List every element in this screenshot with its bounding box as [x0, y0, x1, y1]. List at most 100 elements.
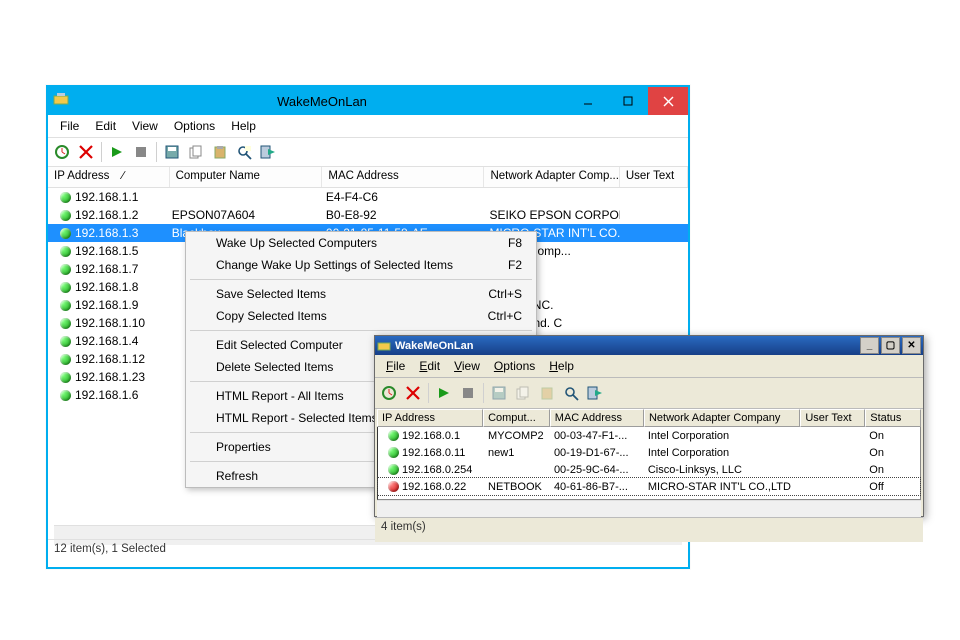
mac-cell: 00-03-47-F1-... — [550, 430, 644, 442]
col-name[interactable]: Comput... — [483, 409, 550, 427]
status-dot-icon — [60, 354, 71, 365]
menu-options[interactable]: Options — [166, 117, 223, 135]
delete-icon[interactable] — [403, 383, 423, 403]
col-st[interactable]: Status — [865, 409, 921, 427]
ip-cell: 192.168.1.23 — [75, 370, 145, 384]
list-header[interactable]: IP Address Comput... MAC Address Network… — [377, 409, 921, 427]
table-row[interactable]: 192.168.0.1MYCOMP200-03-47-F1-...Intel C… — [378, 427, 920, 444]
name-cell: MYCOMP2 — [484, 430, 550, 442]
copy-icon[interactable] — [513, 383, 533, 403]
table-row[interactable]: 192.168.1.2EPSON07A604B0-E8-92SEIKO EPSO… — [48, 206, 688, 224]
menu-view[interactable]: View — [447, 358, 487, 374]
menu-item[interactable]: Change Wake Up Settings of Selected Item… — [186, 254, 536, 276]
table-row[interactable]: 192.168.1.1E4-F4-C6 — [48, 188, 688, 206]
table-row[interactable]: 192.168.0.22NETBOOK40-61-86-B7-...MICRO-… — [378, 478, 920, 495]
ip-cell: 192.168.1.7 — [75, 262, 138, 276]
menu-item[interactable]: Wake Up Selected ComputersF8 — [186, 232, 536, 254]
titlebar[interactable]: WakeMeOnLan _ ▢ ✕ — [375, 336, 923, 355]
status-dot-icon — [60, 264, 71, 275]
menu-edit[interactable]: Edit — [87, 117, 124, 135]
status-dot-icon — [60, 318, 71, 329]
col-net[interactable]: Network Adapter Comp... — [484, 167, 619, 187]
exit-icon[interactable] — [585, 383, 605, 403]
stop-icon[interactable] — [131, 142, 151, 162]
stop-icon[interactable] — [458, 383, 478, 403]
horizontal-scrollbar[interactable] — [377, 500, 921, 517]
statusbar: 12 item(s), 1 Selected — [48, 539, 688, 567]
scan-icon[interactable] — [379, 383, 399, 403]
menu-edit[interactable]: Edit — [412, 358, 447, 374]
menu-view[interactable]: View — [124, 117, 166, 135]
paste-icon[interactable] — [210, 142, 230, 162]
status-dot-icon — [60, 246, 71, 257]
maximize-button[interactable]: ▢ — [881, 337, 900, 354]
ip-cell: 192.168.1.9 — [75, 298, 138, 312]
status-dot-icon — [60, 390, 71, 401]
sort-asc-icon: ∕ — [122, 170, 124, 182]
save-icon[interactable] — [162, 142, 182, 162]
menu-item[interactable]: Save Selected ItemsCtrl+S — [186, 283, 536, 305]
separator — [190, 330, 532, 331]
col-mac[interactable]: MAC Address — [550, 409, 644, 427]
scan-icon[interactable] — [52, 142, 72, 162]
status-dot-icon — [388, 447, 399, 458]
col-mac[interactable]: MAC Address — [322, 167, 484, 187]
delete-icon[interactable] — [76, 142, 96, 162]
paste-icon[interactable] — [537, 383, 557, 403]
copy-icon[interactable] — [186, 142, 206, 162]
ip-cell: 192.168.1.5 — [75, 244, 138, 258]
ip-cell: 192.168.0.254 — [402, 464, 472, 476]
col-net[interactable]: Network Adapter Company — [644, 409, 800, 427]
find-icon[interactable] — [234, 142, 254, 162]
menu-item-shortcut: F2 — [508, 258, 522, 272]
minimize-button[interactable]: _ — [860, 337, 879, 354]
separator — [190, 279, 532, 280]
menu-file[interactable]: File — [379, 358, 412, 374]
ip-cell: 192.168.1.3 — [75, 226, 138, 240]
ip-cell: 192.168.1.12 — [75, 352, 145, 366]
status-dot-icon — [60, 228, 71, 239]
play-icon[interactable] — [107, 142, 127, 162]
maximize-button[interactable] — [608, 87, 648, 115]
toolbar — [48, 138, 688, 167]
menu-help[interactable]: Help — [223, 117, 264, 135]
menu-file[interactable]: File — [52, 117, 87, 135]
menu-item-label: Change Wake Up Settings of Selected Item… — [216, 258, 508, 272]
net-cell: SEIKO EPSON CORPORA... — [483, 208, 619, 222]
status-cell: Off — [865, 481, 920, 493]
close-button[interactable]: ✕ — [902, 337, 921, 354]
ip-cell: 192.168.1.2 — [75, 208, 138, 222]
menu-help[interactable]: Help — [542, 358, 581, 374]
mac-cell: 00-19-D1-67-... — [550, 447, 644, 459]
menu-item[interactable]: Copy Selected ItemsCtrl+C — [186, 305, 536, 327]
col-ut[interactable]: User Text — [620, 167, 688, 187]
status-dot-icon — [60, 282, 71, 293]
app-icon — [377, 339, 391, 353]
status-dot-icon — [388, 481, 399, 492]
status-dot-icon — [388, 464, 399, 475]
net-cell: Cisco-Linksys, LLC — [644, 464, 801, 476]
col-name[interactable]: Computer Name — [170, 167, 323, 187]
net-cell: MICRO-STAR INT'L CO.,LTD — [644, 481, 801, 493]
minimize-button[interactable] — [568, 87, 608, 115]
status-dot-icon — [388, 430, 399, 441]
toolbar — [375, 378, 923, 409]
mac-cell: B0-E8-92 — [320, 208, 484, 222]
mac-cell: E4-F4-C6 — [320, 190, 484, 204]
col-ip[interactable]: IP Address — [377, 409, 483, 427]
table-row[interactable]: 192.168.0.11new100-19-D1-67-...Intel Cor… — [378, 444, 920, 461]
close-button[interactable] — [648, 87, 688, 115]
status-cell: On — [865, 464, 920, 476]
save-icon[interactable] — [489, 383, 509, 403]
col-ut[interactable]: User Text — [800, 409, 865, 427]
play-icon[interactable] — [434, 383, 454, 403]
statusbar: 4 item(s) — [375, 517, 923, 542]
exit-icon[interactable] — [258, 142, 278, 162]
list-body[interactable]: 192.168.0.1MYCOMP200-03-47-F1-...Intel C… — [377, 427, 921, 500]
menu-options[interactable]: Options — [487, 358, 542, 374]
col-ip[interactable]: IP Address ∕ — [48, 167, 170, 187]
titlebar[interactable]: WakeMeOnLan — [48, 87, 688, 115]
list-header[interactable]: IP Address ∕ Computer Name MAC Address N… — [48, 167, 688, 188]
table-row[interactable]: 192.168.0.25400-25-9C-64-...Cisco-Linksy… — [378, 461, 920, 478]
find-icon[interactable] — [561, 383, 581, 403]
